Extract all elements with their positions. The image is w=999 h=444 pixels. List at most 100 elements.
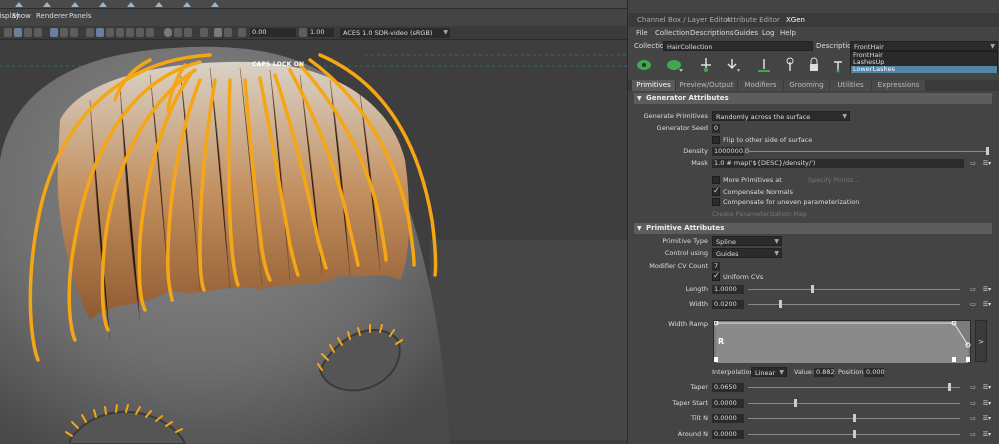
collection-dropdown[interactable]: HairCollection xyxy=(663,41,813,51)
shelf-tool-icon[interactable] xyxy=(14,1,26,8)
description-options-list[interactable]: FrontHair LashesUp LowerLashes xyxy=(850,51,998,73)
expression-editor-icon[interactable]: ▭ xyxy=(968,285,978,294)
map-menu-icon[interactable]: ☰▾ xyxy=(982,430,992,439)
expression-editor-icon[interactable]: ▭ xyxy=(968,430,978,439)
xray-icon[interactable] xyxy=(174,28,182,37)
flip-surface-checkbox[interactable] xyxy=(712,136,720,144)
ramp-value-field[interactable]: 0.882 xyxy=(814,368,835,377)
tab-primitives[interactable]: Primitives xyxy=(632,80,676,91)
tab-expressions[interactable]: Expressions xyxy=(872,80,926,91)
width-field[interactable]: 0.0200 xyxy=(712,300,744,309)
menu-collection[interactable]: Collection xyxy=(655,29,690,37)
length-field[interactable]: 1.0000 xyxy=(712,285,744,294)
lights-icon[interactable] xyxy=(126,28,134,37)
sculpt-guides-icon[interactable] xyxy=(782,57,798,73)
taper-slider-track[interactable] xyxy=(748,387,960,388)
density-slider-handle[interactable] xyxy=(986,147,989,155)
camera-attributes-icon[interactable] xyxy=(14,28,22,37)
guide-tool-icon[interactable] xyxy=(756,57,772,73)
shelf-tool-icon[interactable] xyxy=(154,1,166,8)
around-n-slider-handle[interactable] xyxy=(853,430,856,438)
tilt-n-slider-handle[interactable] xyxy=(853,414,856,422)
shelf-tool-icon[interactable] xyxy=(98,1,110,8)
grid-icon[interactable] xyxy=(50,28,58,37)
bookmark-icon[interactable] xyxy=(24,28,32,37)
image-plane-icon[interactable] xyxy=(34,28,42,37)
isolate-select-icon[interactable] xyxy=(164,28,172,37)
taper-field[interactable]: 0.0650 xyxy=(712,383,744,392)
add-guide-icon[interactable] xyxy=(698,57,714,73)
compensate-uneven-checkbox[interactable] xyxy=(712,198,720,206)
shelf-tool-icon[interactable] xyxy=(126,1,138,8)
wireframe-on-shaded-icon[interactable] xyxy=(106,28,114,37)
viewport-panel[interactable]: Display Show Renderer Panels 0.00 1.00 A… xyxy=(0,0,627,444)
primitive-attributes-header[interactable]: ▼ Primitive Attributes xyxy=(634,223,992,234)
taper-slider-handle[interactable] xyxy=(948,383,952,391)
primitive-type-dropdown[interactable]: Spline ▼ xyxy=(712,236,782,246)
generate-primitives-dropdown[interactable]: Randomly across the surface ▼ xyxy=(712,111,850,121)
shelf-tool-icon[interactable] xyxy=(42,1,54,8)
smooth-shade-icon[interactable] xyxy=(96,28,104,37)
rebuild-guides-icon[interactable] xyxy=(724,57,740,73)
tab-xgen[interactable]: XGen xyxy=(786,16,805,24)
length-slider-track[interactable] xyxy=(748,289,960,290)
control-using-dropdown[interactable]: Guides ▼ xyxy=(712,248,782,258)
uniform-cvs-checkbox[interactable] xyxy=(712,271,720,281)
tab-preview-output[interactable]: Preview/Output xyxy=(676,80,738,91)
lock-guides-icon[interactable] xyxy=(806,57,822,73)
map-menu-icon[interactable]: ☰▾ xyxy=(982,159,992,168)
menu-panels[interactable]: Panels xyxy=(69,12,92,20)
tilt-n-field[interactable]: 0.0000 xyxy=(712,414,744,423)
expression-editor-icon[interactable]: ▭ xyxy=(968,414,978,423)
description-option-selected[interactable]: LowerLashes xyxy=(851,66,997,73)
menu-guides[interactable]: Guides xyxy=(734,29,758,37)
map-menu-icon[interactable]: ☰▾ xyxy=(982,399,992,408)
description-dropdown[interactable]: FrontHair ▼ xyxy=(850,41,998,51)
density-slider-track[interactable] xyxy=(748,151,986,152)
map-menu-icon[interactable]: ☰▾ xyxy=(982,383,992,392)
preview-mode-icon[interactable] xyxy=(666,57,683,73)
tab-modifiers[interactable]: Modifiers xyxy=(738,80,784,91)
wireframe-icon[interactable] xyxy=(86,28,94,37)
normalize-guides-icon[interactable] xyxy=(830,57,846,73)
mesh-icon[interactable] xyxy=(214,28,222,37)
interpolation-dropdown[interactable]: Linear ▼ xyxy=(751,367,787,377)
menu-descriptions[interactable]: Descriptions xyxy=(690,29,734,37)
gamma-icon[interactable] xyxy=(299,28,307,37)
expression-editor-icon[interactable]: ▭ xyxy=(968,300,978,309)
tab-grooming[interactable]: Grooming xyxy=(784,80,830,91)
taper-start-slider-track[interactable] xyxy=(748,403,960,404)
width-slider-handle[interactable] xyxy=(778,300,782,308)
tab-channel-box[interactable]: Channel Box / Layer Editor xyxy=(637,16,730,24)
more-primitives-checkbox[interactable] xyxy=(712,176,720,184)
compensate-normals-checkbox[interactable] xyxy=(712,186,720,196)
xray-joints-icon[interactable] xyxy=(184,28,192,37)
resolution-gate-icon[interactable] xyxy=(70,28,78,37)
map-menu-icon[interactable]: ☰▾ xyxy=(982,414,992,423)
expression-editor-icon[interactable]: ▭ xyxy=(968,399,978,408)
ramp-position-field[interactable]: 0.000 xyxy=(864,368,885,377)
taper-start-field[interactable]: 0.0000 xyxy=(712,399,744,408)
width-ramp-editor[interactable]: R xyxy=(713,320,971,363)
menu-file[interactable]: File xyxy=(636,29,648,37)
tab-utilities[interactable]: Utilities xyxy=(830,80,872,91)
shelf-tool-icon[interactable] xyxy=(210,1,222,8)
map-menu-icon[interactable]: ☰▾ xyxy=(982,300,992,309)
length-slider-handle[interactable] xyxy=(810,285,814,293)
around-n-field[interactable]: 0.0000 xyxy=(712,430,744,439)
create-parameterization-map-button[interactable]: Create Parameterization Map xyxy=(712,210,807,218)
exposure-field[interactable]: 0.00 xyxy=(250,28,296,37)
menu-show[interactable]: Show xyxy=(12,12,31,20)
ambient-occlusion-icon[interactable] xyxy=(146,28,154,37)
mask-field[interactable]: 1.0 # map('${DESC}/density/') xyxy=(712,159,964,168)
colorspace-dropdown[interactable]: ACES 1.0 SDR-video (sRGB) ▼ xyxy=(340,28,450,38)
generator-seed-field[interactable]: 0 xyxy=(712,124,720,133)
xray-components-icon[interactable] xyxy=(200,28,208,37)
menu-help[interactable]: Help xyxy=(780,29,796,37)
textured-icon[interactable] xyxy=(116,28,124,37)
exposure-icon[interactable] xyxy=(238,28,246,37)
preview-visibility-icon[interactable] xyxy=(636,57,652,73)
menu-log[interactable]: Log xyxy=(762,29,775,37)
taper-start-slider-handle[interactable] xyxy=(793,399,797,407)
shadows-icon[interactable] xyxy=(136,28,144,37)
